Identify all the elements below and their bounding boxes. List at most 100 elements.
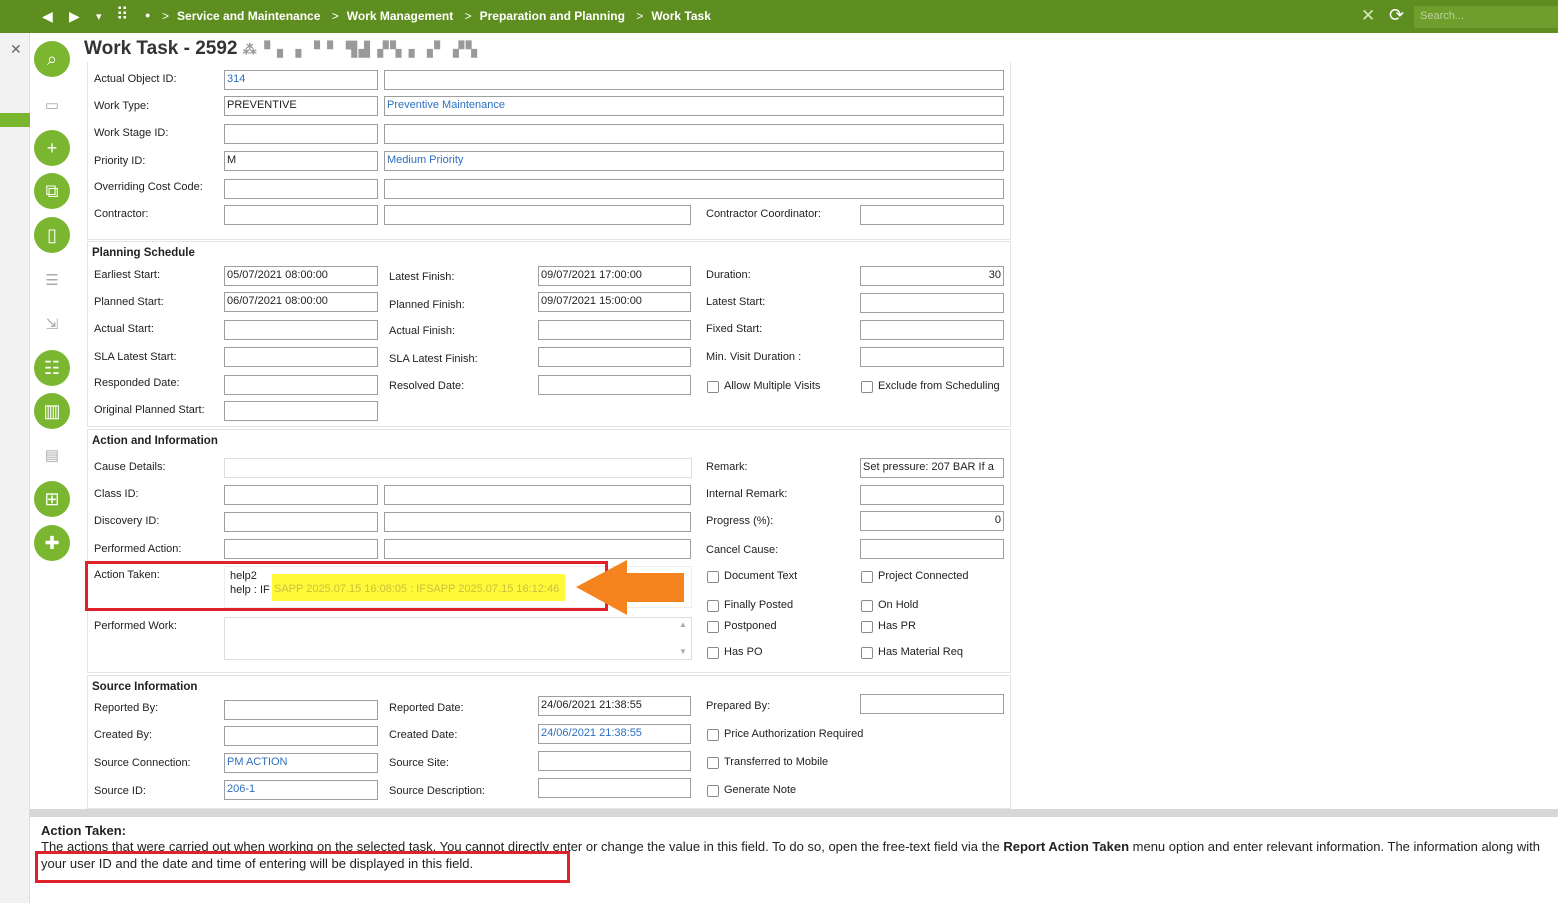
breadcrumb-item-preparation[interactable]: Preparation and Planning xyxy=(480,9,625,23)
search-input[interactable]: Search... xyxy=(1414,6,1558,28)
transferred-checkbox[interactable] xyxy=(707,757,719,769)
finally-posted-checkbox[interactable] xyxy=(707,600,719,612)
actual-finish-field[interactable] xyxy=(538,320,691,340)
priority-desc-field[interactable]: Medium Priority xyxy=(384,151,1004,171)
close-panel-icon[interactable]: ✕ xyxy=(10,41,22,58)
form-icon[interactable]: ▭ xyxy=(34,88,70,124)
apps-grid-icon[interactable]: ⠿ xyxy=(116,5,128,25)
postponed-checkbox[interactable] xyxy=(707,621,719,633)
cost-code-field[interactable] xyxy=(224,179,378,199)
contractor-field[interactable] xyxy=(224,205,378,225)
created-by-field[interactable] xyxy=(224,726,378,746)
search-icon[interactable]: ⌕ xyxy=(34,41,70,77)
planned-finish-field[interactable]: 09/07/2021 15:00:00 xyxy=(538,292,691,312)
reported-date-field[interactable]: 24/06/2021 21:38:55 xyxy=(538,696,691,716)
performed-action-field[interactable] xyxy=(224,539,378,559)
created-by-label: Created By: xyxy=(94,729,153,741)
earliest-start-field[interactable]: 05/07/2021 08:00:00 xyxy=(224,266,378,286)
generate-note-checkbox[interactable] xyxy=(707,785,719,797)
source-site-field[interactable] xyxy=(538,751,691,771)
sla-latest-start-field[interactable] xyxy=(224,347,378,367)
work-type-label: Work Type: xyxy=(94,100,150,112)
created-date-field[interactable]: 24/06/2021 21:38:55 xyxy=(538,724,691,744)
command-toolbar: ⌕ ▭ + ⧉ ▯ ☰ ⇲ ☷ ▥ ▤ ⊞ ✚ xyxy=(30,33,78,809)
performed-action-desc-field[interactable] xyxy=(384,539,691,559)
internal-remark-field[interactable] xyxy=(860,485,1004,505)
chat-add-icon[interactable]: ✚ xyxy=(34,525,70,561)
work-type-desc-field[interactable]: Preventive Maintenance xyxy=(384,96,1004,116)
document-text-checkbox[interactable] xyxy=(707,571,719,583)
fixed-start-field[interactable] xyxy=(860,320,1004,340)
add-icon[interactable]: + xyxy=(34,130,70,166)
sla-latest-finish-field[interactable] xyxy=(538,347,691,367)
planned-finish-label: Planned Finish: xyxy=(389,299,465,311)
close-icon[interactable]: ✕ xyxy=(1361,6,1375,26)
source-site-label: Source Site: xyxy=(389,757,449,769)
discovery-field[interactable] xyxy=(224,512,378,532)
delete-icon[interactable]: ▯ xyxy=(34,217,70,253)
expand-icon[interactable]: ⇲ xyxy=(34,307,70,343)
class-field[interactable] xyxy=(224,485,378,505)
work-type-field[interactable]: PREVENTIVE xyxy=(224,96,378,116)
scroll-down-icon[interactable]: ▼ xyxy=(679,647,687,656)
scroll-up-icon[interactable]: ▲ xyxy=(679,620,687,629)
progress-field[interactable]: 0 xyxy=(860,511,1004,531)
active-marker xyxy=(0,113,30,127)
prepared-by-field[interactable] xyxy=(860,694,1004,714)
price-auth-checkbox[interactable] xyxy=(707,729,719,741)
discovery-desc-field[interactable] xyxy=(384,512,691,532)
actual-start-field[interactable] xyxy=(224,320,378,340)
breadcrumb-item-work-management[interactable]: Work Management xyxy=(347,9,453,23)
source-desc-field[interactable] xyxy=(538,778,691,798)
contractor-desc-field[interactable] xyxy=(384,205,691,225)
on-hold-checkbox[interactable] xyxy=(861,600,873,612)
chart-icon[interactable]: ▥ xyxy=(34,393,70,429)
back-icon[interactable]: ◀ xyxy=(42,8,53,25)
allow-multiple-checkbox[interactable] xyxy=(707,381,719,393)
details-icon[interactable]: ☷ xyxy=(34,350,70,386)
class-desc-field[interactable] xyxy=(384,485,691,505)
breadcrumb-item-service[interactable]: Service and Maintenance xyxy=(177,9,320,23)
dropdown-icon[interactable]: ▾ xyxy=(96,10,102,23)
source-connection-field[interactable]: PM ACTION xyxy=(224,753,378,773)
breadcrumb-item-work-task[interactable]: Work Task xyxy=(651,9,711,23)
performed-work-field[interactable] xyxy=(224,617,692,660)
clipboard-icon[interactable]: ▤ xyxy=(34,438,70,474)
latest-start-label: Latest Start: xyxy=(706,296,766,308)
work-stage-field[interactable] xyxy=(224,124,378,144)
reported-by-field[interactable] xyxy=(224,700,378,720)
forward-icon[interactable]: ▶ xyxy=(69,8,80,25)
has-material-checkbox[interactable] xyxy=(861,647,873,659)
actual-object-id-field[interactable]: 314 xyxy=(224,70,378,90)
add-note-icon[interactable]: ⊞ xyxy=(34,481,70,517)
project-connected-checkbox[interactable] xyxy=(861,571,873,583)
has-pr-checkbox[interactable] xyxy=(861,621,873,633)
latest-finish-field[interactable]: 09/07/2021 17:00:00 xyxy=(538,266,691,286)
duration-field[interactable]: 30 xyxy=(860,266,1004,286)
splitter[interactable] xyxy=(30,809,1558,817)
has-po-checkbox[interactable] xyxy=(707,647,719,659)
planned-start-field[interactable]: 06/07/2021 08:00:00 xyxy=(224,292,378,312)
resolved-field[interactable] xyxy=(538,375,691,395)
remark-label: Remark: xyxy=(706,461,748,473)
internal-remark-label: Internal Remark: xyxy=(706,488,788,500)
contractor-coordinator-field[interactable] xyxy=(860,205,1004,225)
remark-field[interactable]: Set pressure: 207 BAR If a xyxy=(860,458,1004,478)
list-icon[interactable]: ☰ xyxy=(34,263,70,299)
cancel-cause-field[interactable] xyxy=(860,539,1004,559)
priority-field[interactable]: M xyxy=(224,151,378,171)
home-dot-icon[interactable]: ● xyxy=(145,10,150,20)
help-menu-option: Report Action Taken xyxy=(1003,839,1130,854)
source-id-field[interactable]: 206-1 xyxy=(224,780,378,800)
cost-code-desc-field[interactable] xyxy=(384,179,1004,199)
duplicate-icon[interactable]: ⧉ xyxy=(34,173,70,209)
responded-field[interactable] xyxy=(224,375,378,395)
cause-field[interactable] xyxy=(224,458,692,478)
original-planned-field[interactable] xyxy=(224,401,378,421)
min-visit-field[interactable] xyxy=(860,347,1004,367)
work-stage-desc-field[interactable] xyxy=(384,124,1004,144)
latest-start-field[interactable] xyxy=(860,293,1004,313)
refresh-icon[interactable]: ⟳ xyxy=(1389,5,1404,26)
actual-object-desc-field[interactable] xyxy=(384,70,1004,90)
exclude-checkbox[interactable] xyxy=(861,381,873,393)
